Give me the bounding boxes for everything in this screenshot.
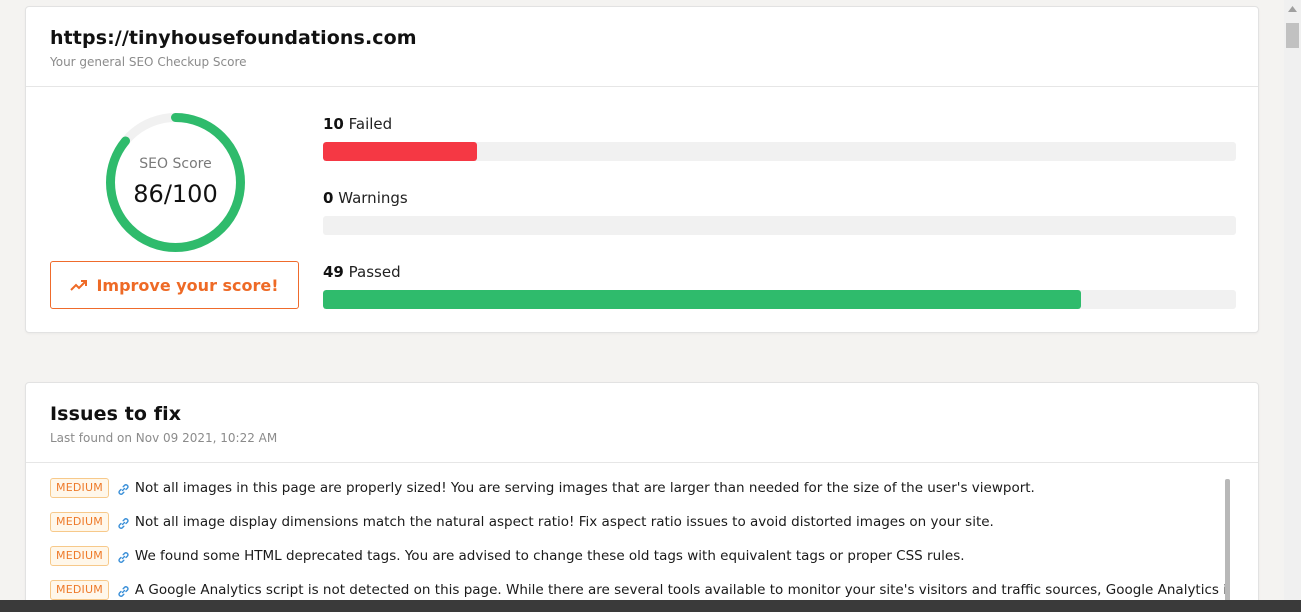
metric-passed-text: Passed: [348, 263, 401, 281]
issue-text: Not all image display dimensions match t…: [134, 514, 994, 530]
link-icon[interactable]: [117, 585, 130, 598]
seo-score-value: 86/100: [133, 180, 218, 208]
metric-warnings: 0 Warnings: [323, 189, 1236, 235]
issues-header: Issues to fix Last found on Nov 09 2021,…: [26, 383, 1258, 463]
metric-failed-label: 10 Failed: [323, 115, 1236, 133]
page-scrollbar[interactable]: [1284, 0, 1301, 600]
metric-warnings-label: 0 Warnings: [323, 189, 1236, 207]
metric-warnings-count: 0: [323, 189, 334, 207]
metric-passed-fill: [323, 290, 1081, 309]
issue-row[interactable]: MEDIUM Not all image display dimensions …: [50, 512, 1230, 546]
site-url-title: https://tinyhousefoundations.com: [50, 27, 417, 49]
metric-passed-label: 49 Passed: [323, 263, 1236, 281]
metric-warnings-bar: [323, 216, 1236, 235]
metric-warnings-text: Warnings: [338, 189, 408, 207]
metric-passed-count: 49: [323, 263, 344, 281]
improve-score-label: Improve your score!: [96, 275, 279, 295]
issues-subtitle: Last found on Nov 09 2021, 10:22 AM: [50, 431, 278, 445]
page-scrollbar-thumb[interactable]: [1286, 23, 1299, 48]
metric-failed: 10 Failed: [323, 115, 1236, 161]
severity-badge: MEDIUM: [50, 546, 109, 566]
metric-failed-fill: [323, 142, 478, 161]
bottom-taskbar-strip: [0, 600, 1301, 612]
metric-failed-text: Failed: [348, 115, 393, 133]
severity-badge: MEDIUM: [50, 478, 109, 498]
seo-score-gauge: SEO Score 86/100: [103, 110, 248, 255]
severity-badge: MEDIUM: [50, 580, 109, 600]
metric-failed-count: 10: [323, 115, 344, 133]
seo-summary-card: https://tinyhousefoundations.com Your ge…: [25, 6, 1259, 333]
metric-passed: 49 Passed: [323, 263, 1236, 309]
issue-row[interactable]: MEDIUM We found some HTML deprecated tag…: [50, 546, 1230, 580]
metric-failed-bar: [323, 142, 1236, 161]
link-icon[interactable]: [117, 517, 130, 530]
summary-header: https://tinyhousefoundations.com Your ge…: [26, 7, 1258, 87]
seo-score-label: SEO Score: [139, 156, 212, 172]
issue-text: We found some HTML deprecated tags. You …: [134, 548, 965, 564]
issue-text: Not all images in this page are properly…: [134, 480, 1035, 496]
summary-subtitle: Your general SEO Checkup Score: [50, 55, 247, 69]
trending-up-icon: [70, 279, 88, 291]
scroll-up-arrow-icon[interactable]: [1284, 0, 1301, 17]
issues-list: MEDIUM Not all images in this page are p…: [50, 478, 1230, 612]
issues-card: Issues to fix Last found on Nov 09 2021,…: [25, 382, 1259, 612]
issue-text: A Google Analytics script is not detecte…: [134, 582, 1230, 598]
link-icon[interactable]: [117, 483, 130, 496]
metric-passed-bar: [323, 290, 1236, 309]
link-icon[interactable]: [117, 551, 130, 564]
issues-scrollbar[interactable]: [1225, 479, 1230, 612]
issue-row[interactable]: MEDIUM Not all images in this page are p…: [50, 478, 1230, 512]
issues-title: Issues to fix: [50, 403, 182, 425]
improve-score-button[interactable]: Improve your score!: [50, 261, 299, 309]
severity-badge: MEDIUM: [50, 512, 109, 532]
